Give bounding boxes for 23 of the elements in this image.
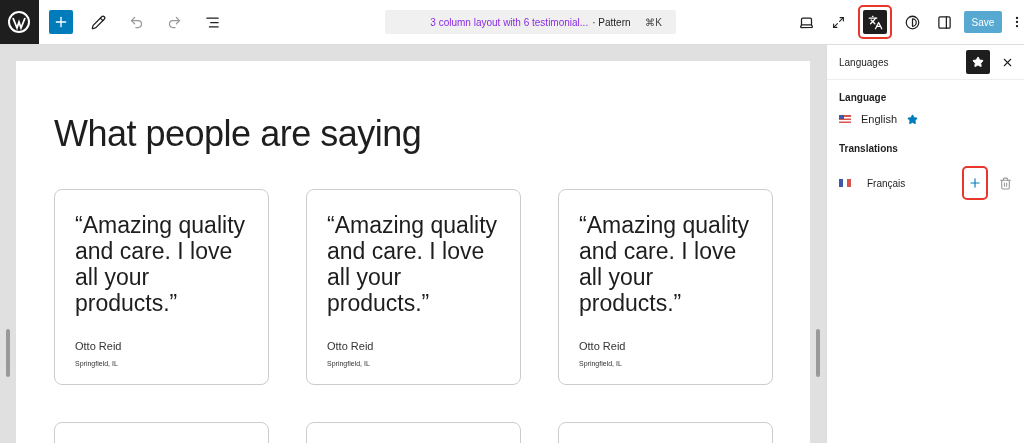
section-heading: Language — [839, 92, 888, 103]
panel-title: Languages — [839, 56, 890, 68]
quote-text: “Amazing quality and care. I love all your products.” — [75, 212, 247, 316]
author-name: Otto Reid — [579, 340, 627, 352]
shortcut-hint: ⌘K — [645, 16, 662, 28]
section-heading: Translations — [839, 143, 899, 154]
star-icon — [972, 56, 984, 68]
command-bar[interactable]: 3 column layout with 6 testimonial... · Pattern ⌘K — [384, 10, 676, 34]
resize-handle[interactable] — [6, 329, 10, 377]
plus-icon — [968, 176, 982, 190]
star-button[interactable] — [966, 50, 990, 74]
page-heading: What people are saying — [54, 113, 423, 155]
language-name: Français — [867, 177, 907, 189]
resize-handle[interactable] — [816, 329, 820, 377]
flag-icon — [839, 115, 851, 123]
wordpress-logo[interactable] — [0, 0, 39, 44]
quote-text: “Amazing quality and care. I love all your products.” — [579, 212, 751, 316]
author-name: Otto Reid — [327, 340, 375, 352]
add-block-button[interactable] — [48, 10, 73, 34]
quote-text: “Amazing quality and care. I love all your products.” — [327, 212, 499, 316]
flag-icon — [839, 179, 851, 187]
language-name: English — [861, 113, 898, 125]
author-name: Otto Reid — [75, 340, 123, 352]
